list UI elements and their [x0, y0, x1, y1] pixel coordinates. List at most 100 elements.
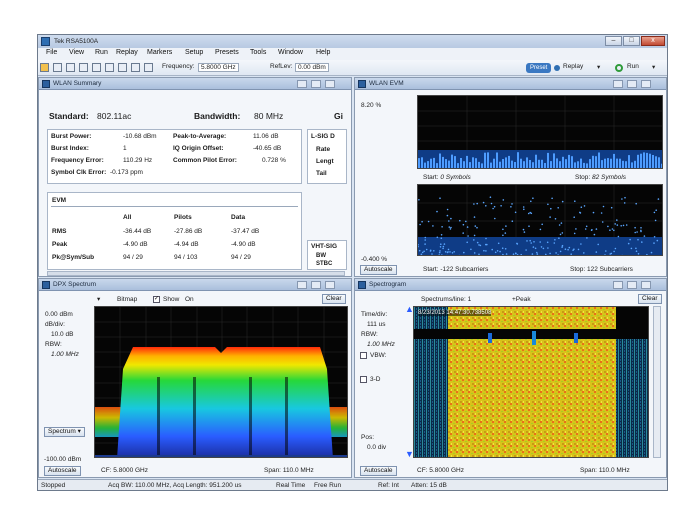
replay-dropdown-icon[interactable]: ▾ — [597, 63, 600, 71]
panel-minimize-button[interactable] — [613, 80, 623, 88]
burst-index-label: Burst Index: — [51, 145, 89, 152]
3d-label: 3-D — [370, 376, 381, 383]
truncated-header: Gi — [334, 111, 343, 121]
display-icon[interactable] — [144, 63, 153, 72]
panel-restore-button[interactable] — [311, 281, 321, 289]
spectrogram-graph — [414, 307, 648, 457]
show-checkbox[interactable]: ✓ — [153, 296, 160, 303]
spectrogram-title: Spectrogram — [369, 281, 407, 288]
settings-icon[interactable] — [92, 63, 101, 72]
reference-source: Ref: Int — [378, 482, 399, 489]
horizontal-scrollbar[interactable] — [47, 271, 345, 276]
panel-close-button[interactable] — [325, 80, 335, 88]
preset-button[interactable]: Preset — [526, 63, 552, 73]
vbw-checkbox[interactable] — [360, 352, 367, 359]
menu-run[interactable]: Run — [95, 49, 108, 56]
dpx-span-label: Span: 110.0 MHz — [264, 467, 314, 474]
lsig-box: L-SIG D Rate Lengt Tail — [307, 129, 347, 184]
wlan-evm-title-bar: WLAN EVM — [355, 78, 666, 90]
panel-close-button[interactable] — [641, 281, 651, 289]
wlan-summary-title: WLAN Summary — [53, 80, 102, 87]
panel-close-button[interactable] — [641, 80, 651, 88]
panel-restore-button[interactable] — [627, 281, 637, 289]
menu-help[interactable]: Help — [316, 49, 330, 56]
timestamp-label: 8/23/2013 14:47:30.738508 — [418, 310, 492, 316]
panel-icon — [358, 80, 366, 88]
time-div-label: Time/div: — [361, 311, 388, 318]
run-dropdown-icon[interactable]: ▾ — [652, 63, 655, 71]
trigger-mode: Free Run — [314, 482, 342, 489]
evm-table-title: EVM — [52, 197, 67, 204]
reflev-field[interactable]: 0.00 dBm — [295, 63, 329, 72]
autoscale-button[interactable]: Autoscale — [360, 466, 397, 476]
marker-icon[interactable] — [131, 63, 140, 72]
replay-button[interactable]: Replay — [563, 63, 583, 70]
symbol-clk-error-value: -0.173 ppm — [110, 169, 143, 176]
common-pilot-error-value: 0.728 % — [262, 157, 286, 164]
evm-vs-symbol-plot — [417, 95, 663, 169]
dpx-div-label: dB/div: — [45, 321, 65, 328]
peak-detector-label: +Peak — [512, 296, 531, 303]
close-button[interactable]: x — [641, 36, 665, 46]
panel-minimize-button[interactable] — [297, 281, 307, 289]
panel-restore-button[interactable] — [311, 80, 321, 88]
vht-stbc: STBC — [316, 261, 333, 267]
clear-button[interactable]: Clear — [322, 294, 346, 304]
evm-header-pilots: Pilots — [174, 214, 192, 221]
time-div-value: 111 us — [367, 321, 386, 328]
menu-setup[interactable]: Setup — [185, 49, 203, 56]
vertical-scrollbar[interactable] — [653, 306, 661, 458]
panel-minimize-button[interactable] — [297, 80, 307, 88]
iq-origin-offset-label: IQ Origin Offset: — [173, 145, 224, 152]
spectrogram-span-label: Span: 110.0 MHz — [580, 467, 630, 474]
on-label: On — [185, 296, 194, 303]
spectrogram-plot: 8/23/2013 14:47:30.738508 — [413, 306, 649, 458]
vht-sig-box: VHT-SIG BW STBC — [307, 240, 347, 270]
menu-tools[interactable]: Tools — [250, 49, 266, 56]
evm-cell: -4.90 dB — [123, 241, 148, 248]
wlan-summary-title-bar: WLAN Summary — [39, 78, 351, 90]
menu-file[interactable]: File — [46, 49, 57, 56]
save-icon[interactable] — [53, 63, 62, 72]
print-icon[interactable] — [66, 63, 75, 72]
minimize-button[interactable]: – — [605, 36, 622, 46]
burst-index-value: 1 — [123, 145, 127, 152]
bitmap-dropdown-icon[interactable]: ▾ — [97, 295, 100, 303]
iq-origin-offset-value: -40.65 dB — [253, 145, 282, 152]
maximize-button[interactable]: □ — [623, 36, 640, 46]
panel-close-button[interactable] — [325, 281, 335, 289]
dpx-bottom-level: -100.00 dBm — [44, 456, 82, 463]
panel-restore-button[interactable] — [627, 80, 637, 88]
dpx-spectrum-panel: DPX Spectrum ▾ Bitmap ✓ Show On Clear 0.… — [38, 278, 352, 478]
panel-minimize-button[interactable] — [613, 281, 623, 289]
menu-markers[interactable]: Markers — [147, 49, 172, 56]
burst-info-box: Burst Power: -10.68 dBm Burst Index: 1 F… — [47, 129, 302, 184]
window-title: Tek RSA5100A — [54, 38, 99, 45]
menu-window[interactable]: Window — [278, 49, 303, 56]
wlan-evm-panel: WLAN EVM 8.20 % Start: 0 Symbols Stop: 8… — [354, 77, 667, 277]
evm-divider — [51, 206, 298, 207]
menu-replay[interactable]: Replay — [116, 49, 138, 56]
spectrum-select[interactable]: Spectrum ▾ — [44, 427, 85, 437]
acquisition-mode: Real Time — [276, 482, 306, 489]
pos-label: Pos: — [361, 434, 375, 441]
copy-icon[interactable] — [79, 63, 88, 72]
run-button[interactable]: Run — [627, 63, 639, 70]
evm-cell: 94 / 29 — [231, 254, 251, 261]
menu-view[interactable]: View — [69, 49, 84, 56]
burst-power-label: Burst Power: — [51, 133, 92, 140]
standard-value: 802.11ac — [97, 111, 132, 121]
frequency-field[interactable]: 5.8000 GHz — [198, 63, 239, 72]
autoscale-button[interactable]: Autoscale — [360, 265, 397, 275]
measure-icon[interactable] — [118, 63, 127, 72]
dpx-spectrum-graph — [95, 307, 347, 457]
3d-checkbox[interactable] — [360, 376, 367, 383]
status-bar: Stopped Acq BW: 110.00 MHz, Acq Length: … — [38, 479, 667, 490]
clear-button[interactable]: Clear — [638, 294, 662, 304]
trigger-icon[interactable] — [105, 63, 114, 72]
spectrogram-panel: Spectrogram Spectrums/line: 1 +Peak Clea… — [354, 278, 667, 478]
menu-presets[interactable]: Presets — [215, 49, 239, 56]
peak-to-average-value: 11.06 dB — [253, 133, 279, 140]
open-icon[interactable] — [40, 63, 49, 72]
autoscale-button[interactable]: Autoscale — [44, 466, 81, 476]
